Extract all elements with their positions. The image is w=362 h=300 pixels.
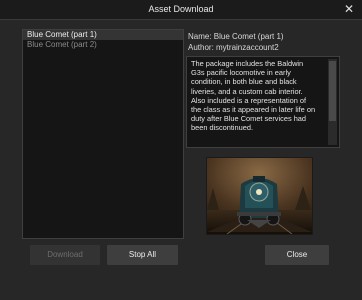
window-title: Asset Download bbox=[148, 4, 214, 14]
locomotive-image bbox=[207, 158, 312, 234]
preview-image bbox=[206, 157, 313, 235]
list-item[interactable]: Blue Comet (part 1) bbox=[23, 30, 183, 40]
download-button[interactable]: Download bbox=[30, 245, 100, 265]
asset-list[interactable]: Blue Comet (part 1) Blue Comet (part 2) bbox=[22, 29, 184, 239]
asset-name: Name: Blue Comet (part 1) bbox=[188, 32, 284, 41]
scroll-thumb[interactable] bbox=[329, 61, 336, 121]
description-text: The package includes the Baldwin G3s pac… bbox=[191, 59, 316, 133]
description-scrollbar[interactable] bbox=[328, 59, 337, 145]
close-icon[interactable]: ✕ bbox=[344, 2, 354, 16]
list-item[interactable]: Blue Comet (part 2) bbox=[23, 40, 183, 50]
close-button[interactable]: Close bbox=[265, 245, 329, 265]
stop-all-button[interactable]: Stop All bbox=[107, 245, 178, 265]
title-bar: Asset Download ✕ bbox=[0, 0, 362, 20]
description-box: The package includes the Baldwin G3s pac… bbox=[186, 56, 340, 148]
asset-author: Author: mytrainzaccount2 bbox=[188, 43, 279, 52]
